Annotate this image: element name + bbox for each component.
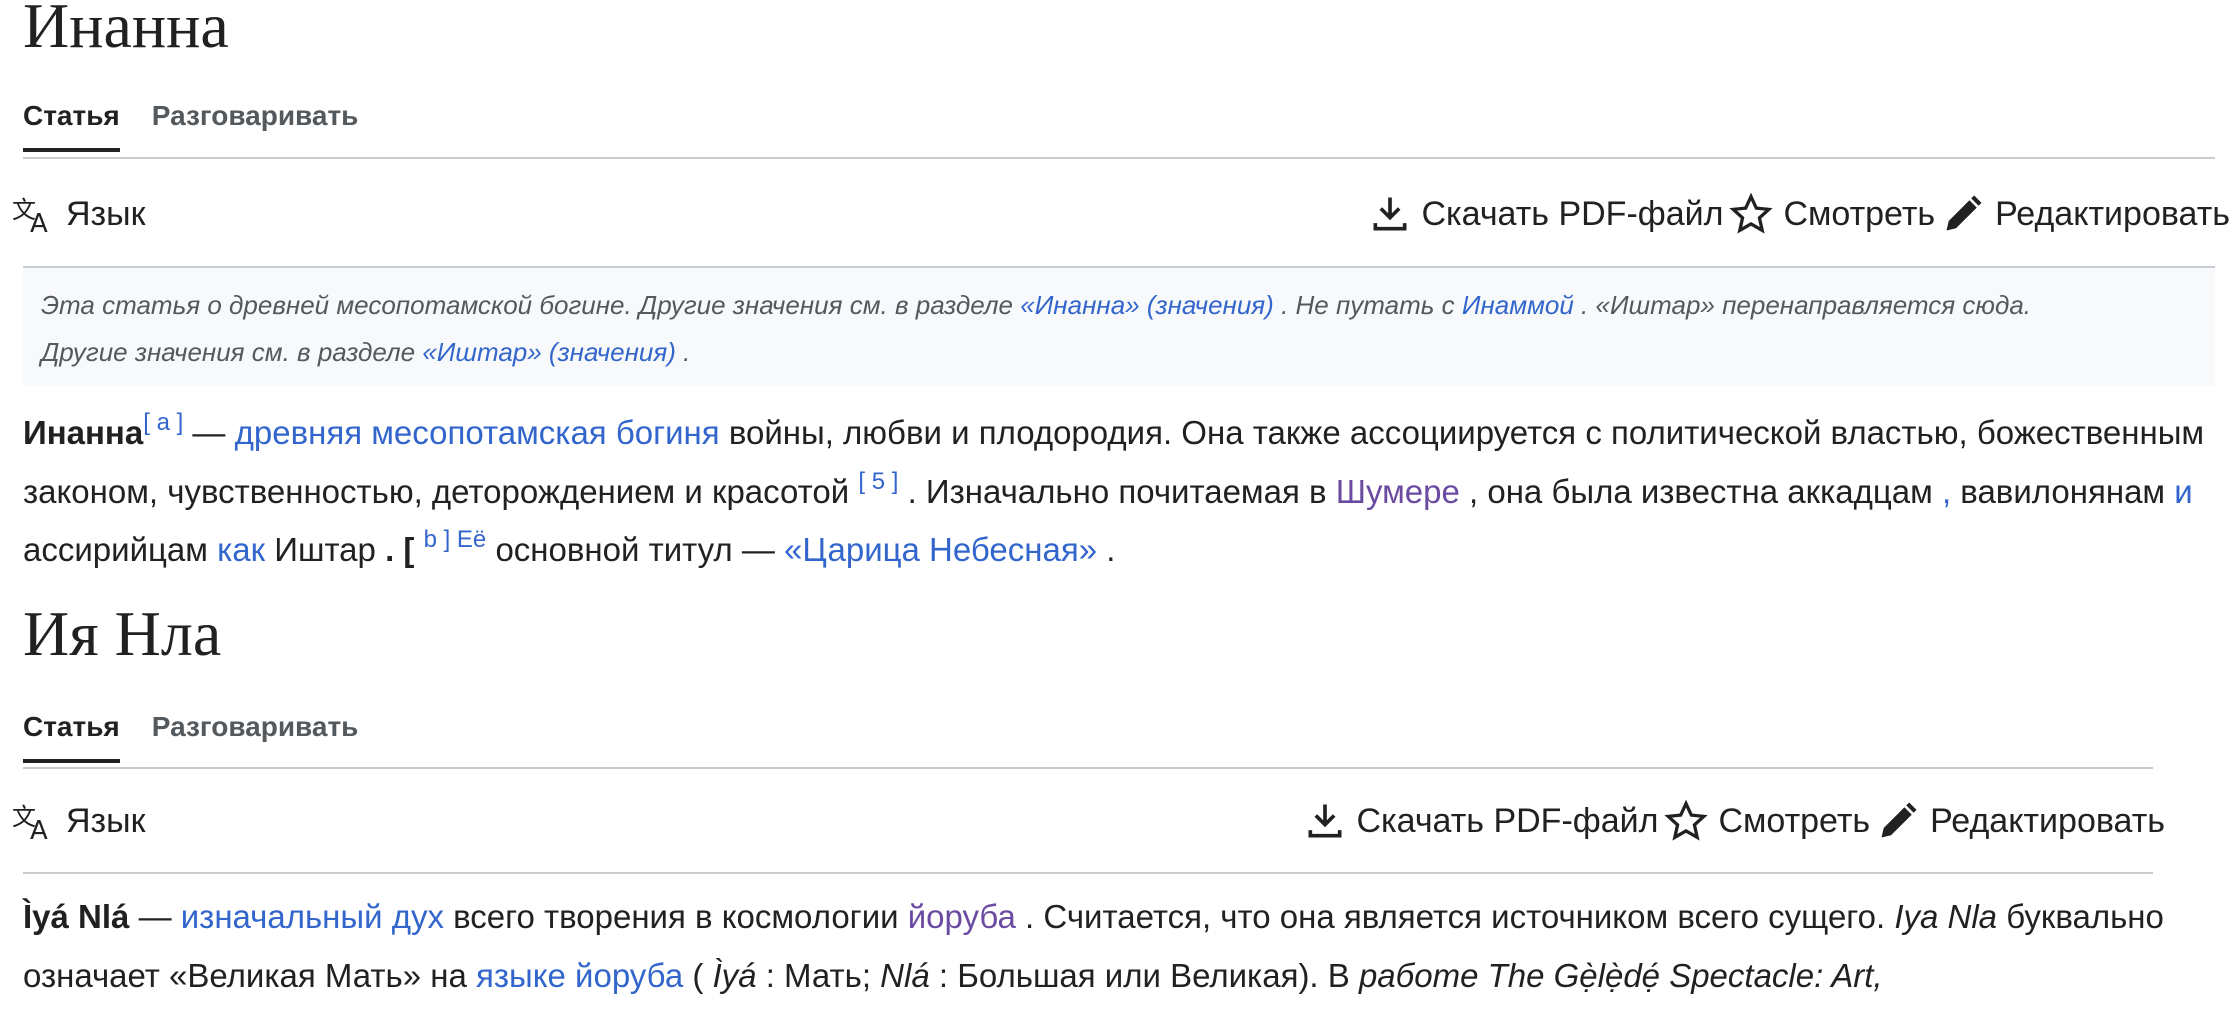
tab-talk[interactable]: Разговаривать — [152, 100, 359, 152]
body-text: : Большая или Великая). В — [929, 956, 1359, 994]
body-text: . Считается, что она является источником… — [1015, 898, 1895, 935]
link-as[interactable]: как — [217, 531, 265, 568]
hatnote-text: . Не путать с — [1273, 290, 1462, 320]
language-button[interactable]: 文A Язык — [12, 194, 146, 235]
watch-label: Смотреть — [1718, 801, 1871, 840]
download-label: Скачать PDF-файл — [1421, 194, 1724, 233]
body-text: ассирийцам — [23, 531, 218, 568]
link-inamma[interactable]: Инаммой — [1462, 290, 1574, 320]
download-icon — [1303, 799, 1347, 843]
body-text-italic: работе The Gẹ̀lẹ̀dẹ́ Spectacle: Art, — [1358, 956, 1883, 994]
edit-button[interactable]: Редактировать — [1941, 192, 2230, 236]
watch-button[interactable]: Смотреть — [1664, 799, 1870, 843]
page-toolbar: 文A Язык Скачать PDF-файл Смотреть Редакт… — [12, 795, 2165, 847]
link-inanna-disambiguation[interactable]: «Инанна» (значения) — [1020, 290, 1274, 320]
body-text: , она была известна аккадцам — [1459, 472, 1942, 510]
language-button[interactable]: 文A Язык — [12, 801, 146, 842]
link-ishtar-disambiguation[interactable]: «Иштар» (значения) — [422, 337, 676, 367]
pencil-icon — [1876, 799, 1920, 843]
footnote-a[interactable]: [ a ] — [143, 409, 183, 436]
download-icon — [1368, 192, 1412, 236]
article-subject: Ìyá Nlá — [23, 898, 130, 935]
star-icon — [1729, 192, 1774, 236]
body-text: : Мать; — [756, 956, 881, 994]
translate-icon: 文A — [12, 801, 56, 841]
svg-text:A: A — [30, 209, 48, 234]
translate-icon: 文A — [12, 194, 56, 234]
star-icon — [1664, 799, 1709, 843]
link-yoruba-language[interactable]: языке йоруба — [476, 957, 683, 994]
download-label: Скачать PDF-файл — [1356, 801, 1659, 840]
hatnote-text: Другие значения см. в разделе — [41, 337, 423, 367]
toolbar-divider — [23, 872, 2153, 874]
body-text-italic: Nlá — [880, 956, 930, 994]
link-sumer[interactable]: Шумере — [1336, 473, 1460, 510]
body-text: . [ — [385, 531, 424, 568]
link-akkadians[interactable]: , — [1942, 473, 1951, 510]
body-text-italic: Iya Nla — [1894, 898, 1998, 935]
tabs-divider — [23, 157, 2215, 159]
watch-button[interactable]: Смотреть — [1729, 192, 1935, 236]
page-title: Ия Нла — [23, 598, 222, 669]
tab-article[interactable]: Статья — [23, 711, 120, 763]
pencil-icon — [1941, 192, 1985, 236]
download-pdf-button[interactable]: Скачать PDF-файл — [1303, 799, 1659, 843]
footnote-b[interactable]: b ] Её — [424, 526, 487, 553]
link-primordial-spirit[interactable]: изначальный дух — [181, 898, 444, 935]
footnote-5[interactable]: [ 5 ] — [858, 468, 898, 495]
hatnote-text: . «Иштар» перенаправляется сюда. — [1573, 290, 2032, 320]
body-text-italic: Ìyá — [712, 956, 757, 994]
lead-paragraph: Ìyá Nlá — изначальный дух всего творения… — [23, 888, 2233, 1005]
download-pdf-button[interactable]: Скачать PDF-файл — [1368, 192, 1724, 236]
lead-paragraph: Инанна[ a ] — древняя месопотамская боги… — [23, 404, 2233, 580]
hatnote: Эта статья о древней месопотамской богин… — [23, 268, 2215, 386]
page-toolbar: 文A Язык Скачать PDF-файл Смотреть Редакт… — [12, 188, 2230, 240]
link-mesopotamian-goddess[interactable]: древняя месопотамская богиня — [235, 414, 720, 451]
article-subject: Инанна — [23, 414, 144, 451]
body-text: . Изначально почитаемая в — [898, 472, 1336, 510]
tab-talk[interactable]: Разговаривать — [152, 711, 359, 763]
body-text: . — [1097, 531, 1116, 568]
hatnote-text: Эта статья о древней месопотамской богин… — [41, 290, 1021, 320]
tabs-divider — [23, 767, 2153, 769]
edit-button[interactable]: Редактировать — [1876, 799, 2165, 843]
body-text: ( — [683, 956, 713, 994]
body-text: вавилонянам — [1951, 472, 2175, 510]
article-tabs: Статья Разговаривать — [23, 100, 358, 152]
link-yoruba[interactable]: йоруба — [908, 898, 1016, 935]
body-text: — — [183, 414, 235, 451]
body-text: — — [129, 898, 181, 935]
language-label: Язык — [66, 801, 146, 840]
link-queen-of-heaven[interactable]: «Царица Небесная» — [784, 531, 1097, 568]
body-text: Иштар — [265, 531, 386, 568]
tab-article[interactable]: Статья — [23, 100, 120, 152]
article-tabs: Статья Разговаривать — [23, 711, 358, 763]
body-text: всего творения в космологии — [443, 898, 908, 935]
edit-label: Редактировать — [1995, 194, 2230, 233]
svg-text:A: A — [30, 816, 48, 841]
watch-label: Смотреть — [1783, 194, 1936, 233]
body-text: основной титул — — [486, 531, 784, 568]
link-and[interactable]: и — [2174, 473, 2192, 510]
language-label: Язык — [66, 194, 146, 233]
hatnote-text: . — [675, 337, 691, 367]
edit-label: Редактировать — [1930, 801, 2165, 840]
page-title: Инанна — [23, 0, 229, 61]
